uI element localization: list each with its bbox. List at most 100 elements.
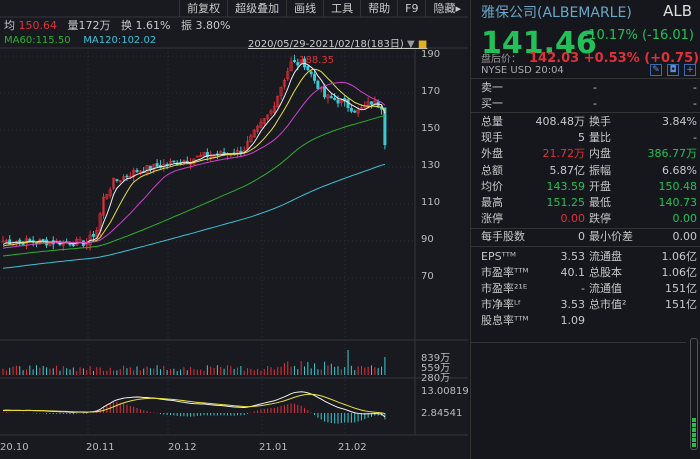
volume-tick: 280万 (421, 373, 451, 384)
quote-row: 现手 5 量比 - (481, 130, 697, 146)
quote-label: 振幅 (589, 163, 611, 177)
quote-value: 408.48万 (535, 115, 586, 128)
quote-value: 386.77万 (647, 147, 698, 161)
candle-body (125, 175, 129, 178)
quote-label: 开盘 (589, 179, 611, 193)
candle-body (28, 238, 32, 242)
toolbar-hide[interactable]: 隐藏▸ (425, 0, 468, 17)
amp-label: 振 (180, 19, 192, 32)
quote-value: 0.00 (672, 212, 698, 226)
ma120-label: MA120:102.02 (83, 35, 157, 46)
chart-panel[interactable]: 188.35 前复权 超级叠加 画线 工具 帮助 F9 隐藏▸ 均 150.64… (0, 0, 469, 459)
quote-label: EPSᵀᵀᴹ (481, 249, 517, 263)
ma60-label: MA60:115.50 (4, 35, 71, 46)
candle-body (115, 179, 119, 181)
book-volume: - (693, 81, 697, 94)
quote-row: 总额 5.87亿 振幅 6.68% (481, 163, 697, 179)
quote-label: 最低 (589, 196, 611, 209)
toolbar-f9[interactable]: F9 (397, 0, 425, 17)
quote-row: 总量 408.48万 换手 3.84% (481, 114, 697, 130)
quote-value: 0 (578, 230, 585, 244)
quote-label: 涨停 (481, 212, 503, 226)
bell-icon[interactable]: ◘ (667, 64, 679, 76)
ma20-line (2, 81, 386, 249)
quote-label: 外盘 (481, 147, 503, 161)
volume-meter (690, 338, 698, 450)
quote-value: 0.00 (672, 230, 698, 244)
toolbar-tools[interactable]: 工具 (323, 0, 360, 17)
quote-value: 21.72万 (542, 147, 586, 161)
candle-body (292, 59, 296, 62)
candle-body (172, 160, 176, 163)
quote-value: - (581, 282, 585, 295)
quote-row: 市盈率²¹ᴱ - 流通值 151亿 (481, 281, 697, 297)
date-tick: 20.10 (0, 442, 29, 453)
quote-label: 每手股数 (481, 230, 525, 244)
date-tick: 21.02 (338, 442, 367, 453)
turn-label: 换 (121, 19, 132, 32)
toolbar-overlay[interactable]: 超级叠加 (227, 0, 286, 17)
market-info: NYSE USD 20:04 (481, 65, 564, 76)
toolbar-help[interactable]: 帮助 (360, 0, 397, 17)
quote-label: 股息率ᵀᵀᴹ (481, 314, 529, 328)
quote-value: 0.00 (560, 212, 586, 226)
candle-body (313, 73, 317, 81)
stock-name: 雅保公司(ALBEMARLE) (481, 5, 632, 21)
quote-value: 140.73 (658, 196, 698, 209)
avg-value: 150.64 (18, 19, 58, 32)
candle-body (323, 85, 327, 98)
quote-label: 流通值 (589, 282, 622, 295)
toolbar-restore-rights[interactable]: 前复权 (179, 0, 227, 17)
toolbar-draw[interactable]: 画线 (286, 0, 323, 17)
date-tick: 20.11 (86, 442, 115, 453)
quote-value: 151亿 (665, 282, 697, 295)
quote-panel: 雅保公司(ALBEMARLE) ALB 141.46 -10.17% (-16.… (470, 0, 700, 459)
quote-value: 5.87亿 (549, 163, 586, 177)
chart-toolbar: 前复权 超级叠加 画线 工具 帮助 F9 隐藏▸ (179, 0, 468, 17)
quote-value: 3.84% (662, 115, 697, 128)
date-tick: 21.01 (259, 442, 288, 453)
quote-label: 最高 (481, 196, 503, 209)
vol-value: 172万 (78, 19, 111, 32)
book-price: - (593, 81, 597, 94)
pencil-icon[interactable]: ✎ (650, 64, 662, 76)
quote-label: 跌停 (589, 212, 611, 226)
candle-body (333, 97, 337, 101)
quote-row: 股息率ᵀᵀᴹ 1.09 (481, 313, 697, 329)
price-tick: 110 (421, 197, 441, 208)
quote-value: 1.09 (560, 314, 586, 328)
quote-row: 最高 151.25 最低 140.73 (481, 195, 697, 211)
candle-body (309, 71, 313, 75)
quote-value: 151亿 (665, 298, 697, 312)
ma60-line (2, 115, 385, 257)
quote-actions: ✎ ◘ + (650, 64, 696, 76)
quote-value: 143.59 (546, 179, 586, 193)
candle-body (91, 233, 95, 237)
amp-value: 3.80% (195, 19, 231, 32)
candle-body (41, 239, 45, 242)
date-range[interactable]: 2020/05/29-2021/02/18(183日) ▼ ■ (248, 35, 427, 50)
candle-body (329, 96, 333, 99)
price-tick: 130 (421, 160, 441, 171)
price-tick: 90 (421, 234, 434, 245)
candle-body (68, 243, 72, 246)
quote-row: 涨停 0.00 跌停 0.00 (481, 211, 697, 227)
quote-label: 市盈率ᵀᵀᴹ (481, 265, 529, 279)
order-book-row: 买一 - - (481, 96, 697, 112)
price-change: -10.17% (-16.01) (583, 28, 694, 43)
book-volume: - (693, 97, 697, 110)
dropdown-triangle-icon[interactable]: ▼ (407, 39, 415, 50)
candle-body (71, 244, 75, 247)
book-price: - (593, 97, 597, 110)
quote-value: 150.48 (658, 179, 698, 193)
price-tick: 170 (421, 86, 441, 97)
add-icon[interactable]: + (684, 64, 696, 76)
quote-label: 市净率ᴸᶠ (481, 298, 522, 312)
ma-legend: MA60:115.50 MA120:102.02 (4, 35, 156, 46)
kline-chart[interactable]: 188.35 (0, 0, 468, 459)
ma120-line (2, 163, 386, 269)
turn-value: 1.61% (135, 19, 171, 32)
stats-line: 均 150.64 量172万 换 1.61% 振 3.80% (4, 18, 230, 34)
quote-label: 最小价差 (589, 230, 633, 244)
stock-code: ALB (663, 2, 692, 20)
